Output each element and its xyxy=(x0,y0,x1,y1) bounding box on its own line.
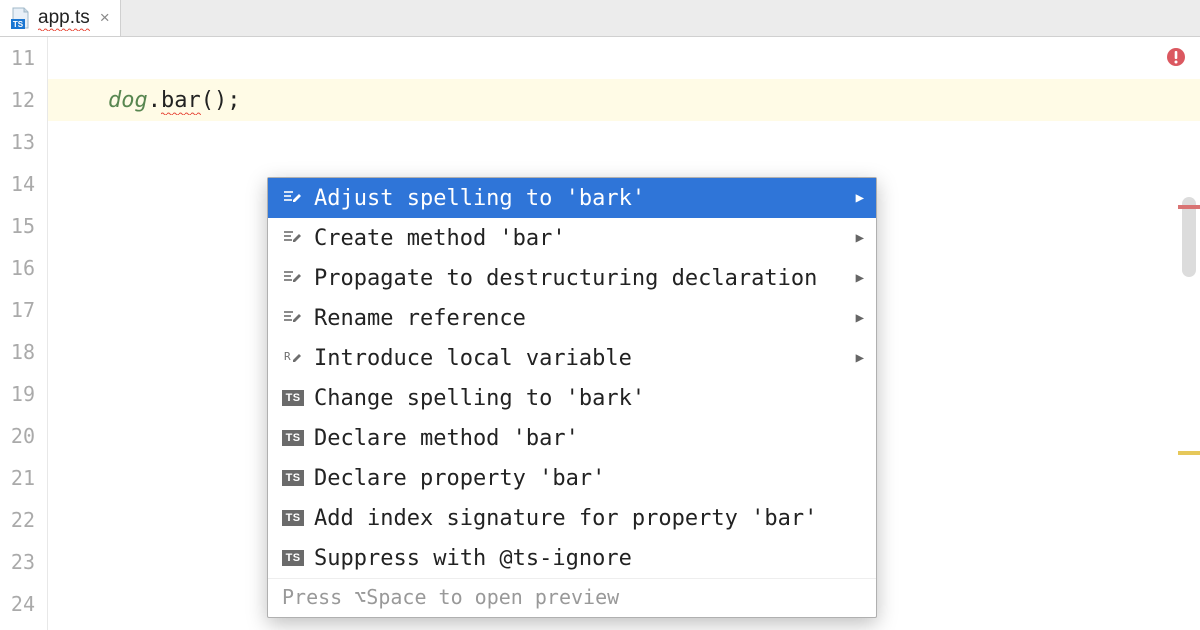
submenu-arrow-icon: ▶ xyxy=(856,310,864,326)
token-method: bar xyxy=(161,88,201,113)
line-number: 24 xyxy=(0,583,47,625)
code-area[interactable]: dog.bar(); Adjust spelling to 'bark' ▶ Cr… xyxy=(48,37,1200,630)
tab-bar: TS app.ts × xyxy=(0,0,1200,37)
quickfix-item[interactable]: R Introduce local variable ▶ xyxy=(268,338,876,378)
submenu-arrow-icon: ▶ xyxy=(856,190,864,206)
quickfix-item-label: Suppress with @ts-ignore xyxy=(314,546,864,571)
line-number: 12 xyxy=(0,79,47,121)
quickfix-item-label: Introduce local variable xyxy=(314,346,846,371)
quickfix-item[interactable]: TS Suppress with @ts-ignore xyxy=(268,538,876,578)
tab-filename: app.ts xyxy=(38,7,90,29)
gutter: 1112131415161718192021222324 xyxy=(0,37,48,630)
ts-icon: TS xyxy=(282,547,304,569)
ts-icon: TS xyxy=(282,387,304,409)
quickfix-item[interactable]: TS Change spelling to 'bark' xyxy=(268,378,876,418)
line-number: 18 xyxy=(0,331,47,373)
quickfix-item[interactable]: Rename reference ▶ xyxy=(268,298,876,338)
quickfix-item-label: Propagate to destructuring declaration xyxy=(314,266,846,291)
line-number: 19 xyxy=(0,373,47,415)
token-parens: () xyxy=(201,88,228,113)
editor-tab[interactable]: TS app.ts × xyxy=(0,0,121,36)
quickfix-item[interactable]: Adjust spelling to 'bark' ▶ xyxy=(268,178,876,218)
edit-icon xyxy=(282,307,304,329)
quickfix-item-label: Declare method 'bar' xyxy=(314,426,864,451)
edit-icon xyxy=(282,227,304,249)
quickfix-item-label: Rename reference xyxy=(314,306,846,331)
ts-icon: TS xyxy=(282,427,304,449)
refactor-icon: R xyxy=(282,347,304,369)
quickfix-item-label: Change spelling to 'bark' xyxy=(314,386,864,411)
token-dot: . xyxy=(148,88,161,113)
quickfix-item-label: Create method 'bar' xyxy=(314,226,846,251)
line-number: 15 xyxy=(0,205,47,247)
line-number: 13 xyxy=(0,121,47,163)
ts-icon: TS xyxy=(282,507,304,529)
quickfix-popup: Adjust spelling to 'bark' ▶ Create method… xyxy=(267,177,877,618)
quickfix-item[interactable]: TS Declare property 'bar' xyxy=(268,458,876,498)
error-marker[interactable] xyxy=(1178,205,1200,209)
line-number: 21 xyxy=(0,457,47,499)
quickfix-item[interactable]: Propagate to destructuring declaration ▶ xyxy=(268,258,876,298)
error-indicator-icon[interactable] xyxy=(1166,47,1186,67)
code-line-12: dog.bar(); xyxy=(48,79,1200,121)
submenu-arrow-icon: ▶ xyxy=(856,350,864,366)
scrollbar-thumb[interactable] xyxy=(1182,197,1196,277)
line-number: 17 xyxy=(0,289,47,331)
popup-footer-hint: Press ⌥Space to open preview xyxy=(268,578,876,617)
line-number: 16 xyxy=(0,247,47,289)
warning-marker[interactable] xyxy=(1178,451,1200,455)
quickfix-item-label: Adjust spelling to 'bark' xyxy=(314,186,846,211)
edit-icon xyxy=(282,187,304,209)
line-number: 22 xyxy=(0,499,47,541)
quickfix-item-label: Declare property 'bar' xyxy=(314,466,864,491)
token-identifier: dog xyxy=(108,88,148,113)
quickfix-item[interactable]: TS Add index signature for property 'bar' xyxy=(268,498,876,538)
close-icon[interactable]: × xyxy=(100,8,110,28)
edit-icon xyxy=(282,267,304,289)
editor-area: 1112131415161718192021222324 dog.bar(); … xyxy=(0,37,1200,630)
line-number: 23 xyxy=(0,541,47,583)
submenu-arrow-icon: ▶ xyxy=(856,270,864,286)
quickfix-item[interactable]: TS Declare method 'bar' xyxy=(268,418,876,458)
ts-icon: TS xyxy=(282,467,304,489)
line-number: 11 xyxy=(0,37,47,79)
quickfix-item-label: Add index signature for property 'bar' xyxy=(314,506,864,531)
svg-text:R: R xyxy=(284,350,291,363)
code-line-11 xyxy=(48,37,1200,79)
submenu-arrow-icon: ▶ xyxy=(856,230,864,246)
token-semicolon: ; xyxy=(227,88,240,113)
svg-text:TS: TS xyxy=(13,20,24,29)
ts-file-icon: TS xyxy=(8,6,32,30)
line-number: 14 xyxy=(0,163,47,205)
line-number: 20 xyxy=(0,415,47,457)
quickfix-item[interactable]: Create method 'bar' ▶ xyxy=(268,218,876,258)
